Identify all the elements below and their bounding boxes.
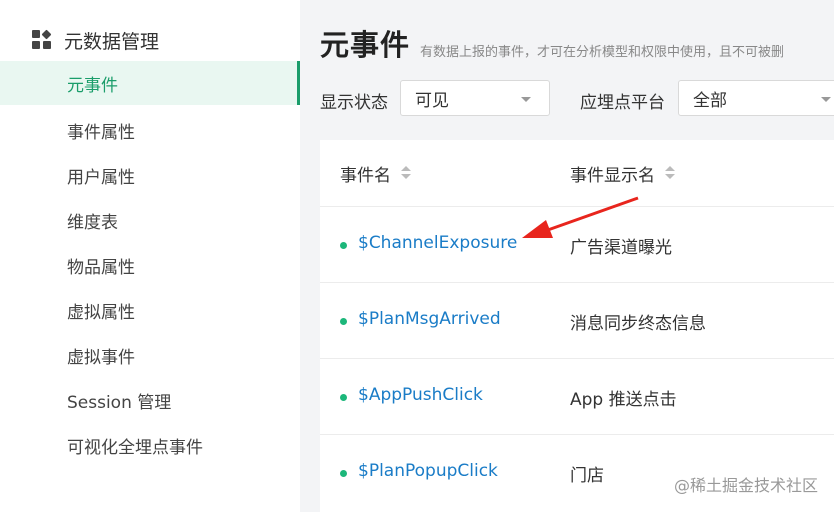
sort-icon[interactable] [665,166,675,180]
dashboard-grid-icon [32,29,52,50]
platform-select[interactable]: 全部 [678,80,834,116]
platform-filter-label: 应埋点平台 [580,93,665,113]
event-name-link[interactable]: $PlanPopupClick [358,461,498,481]
main-content: 元事件 有数据上报的事件，才可在分析模型和权限中使用，且不可被删 显示状态 可见… [300,0,834,512]
events-table: 事件名 事件显示名 $ChannelExposure 广告渠道曝光 $PlanM… [320,140,834,512]
page-title: 元事件 [320,28,411,62]
sidebar-item-item-properties[interactable]: 物品属性 [0,243,300,287]
chevron-down-icon [521,97,531,102]
sidebar-item-dimension-table[interactable]: 维度表 [0,198,300,242]
sidebar-item-session-management[interactable]: Session 管理 [0,378,300,422]
event-display-name: App 推送点击 [570,390,677,410]
column-header-display-name[interactable]: 事件显示名 [570,140,675,206]
column-header-label: 事件名 [340,165,391,186]
event-display-name: 广告渠道曝光 [570,238,672,258]
sort-icon[interactable] [401,166,411,180]
event-name-link[interactable]: $ChannelExposure [358,233,517,253]
status-dot-icon [340,470,347,477]
status-filter-label: 显示状态 [320,93,388,113]
page-description: 有数据上报的事件，才可在分析模型和权限中使用，且不可被删 [420,45,785,60]
platform-select-value: 全部 [693,90,727,111]
sidebar-item-event-properties[interactable]: 事件属性 [0,108,300,152]
status-select-value: 可见 [415,90,449,111]
status-dot-icon [340,242,347,249]
sidebar-item-visual-tracking-events[interactable]: 可视化全埋点事件 [0,423,300,467]
column-header-event-name[interactable]: 事件名 [340,140,411,206]
table-row: $AppPushClick App 推送点击 [320,358,834,435]
sidebar-item-user-properties[interactable]: 用户属性 [0,153,300,197]
chevron-down-icon [821,97,831,102]
event-display-name: 消息同步终态信息 [570,314,706,334]
table-row: $ChannelExposure 广告渠道曝光 [320,206,834,283]
status-select[interactable]: 可见 [400,80,550,116]
sidebar-item-meta-events[interactable]: 元事件 [0,61,300,105]
event-name-link[interactable]: $PlanMsgArrived [358,309,501,329]
watermark: @稀土掘金技术社区 [673,476,818,495]
sidebar: 元数据管理 元事件 事件属性 用户属性 维度表 物品属性 虚拟属性 虚拟事件 S… [0,0,300,512]
sidebar-header[interactable]: 元数据管理 [32,26,159,54]
sidebar-header-label: 元数据管理 [64,30,160,53]
status-dot-icon [340,318,347,325]
column-header-label: 事件显示名 [570,165,655,186]
status-dot-icon [340,394,347,401]
table-row: $PlanMsgArrived 消息同步终态信息 [320,282,834,359]
event-name-link[interactable]: $AppPushClick [358,385,483,405]
sidebar-item-virtual-properties[interactable]: 虚拟属性 [0,288,300,332]
event-display-name: 门店 [570,466,604,486]
sidebar-item-virtual-events[interactable]: 虚拟事件 [0,333,300,377]
